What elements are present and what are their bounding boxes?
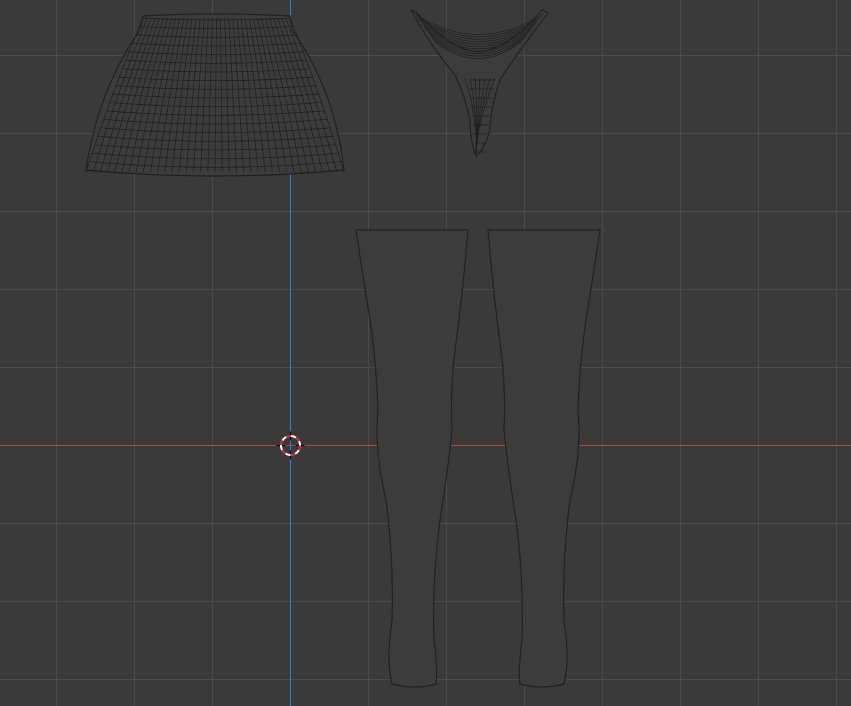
3d-viewport[interactable] xyxy=(0,0,851,706)
thong-mesh[interactable] xyxy=(409,8,549,157)
right-stocking-mesh[interactable] xyxy=(487,229,601,688)
skirt-mesh[interactable] xyxy=(85,13,345,177)
viewport-canvas[interactable] xyxy=(0,0,851,706)
left-stocking-mesh[interactable] xyxy=(355,229,469,688)
